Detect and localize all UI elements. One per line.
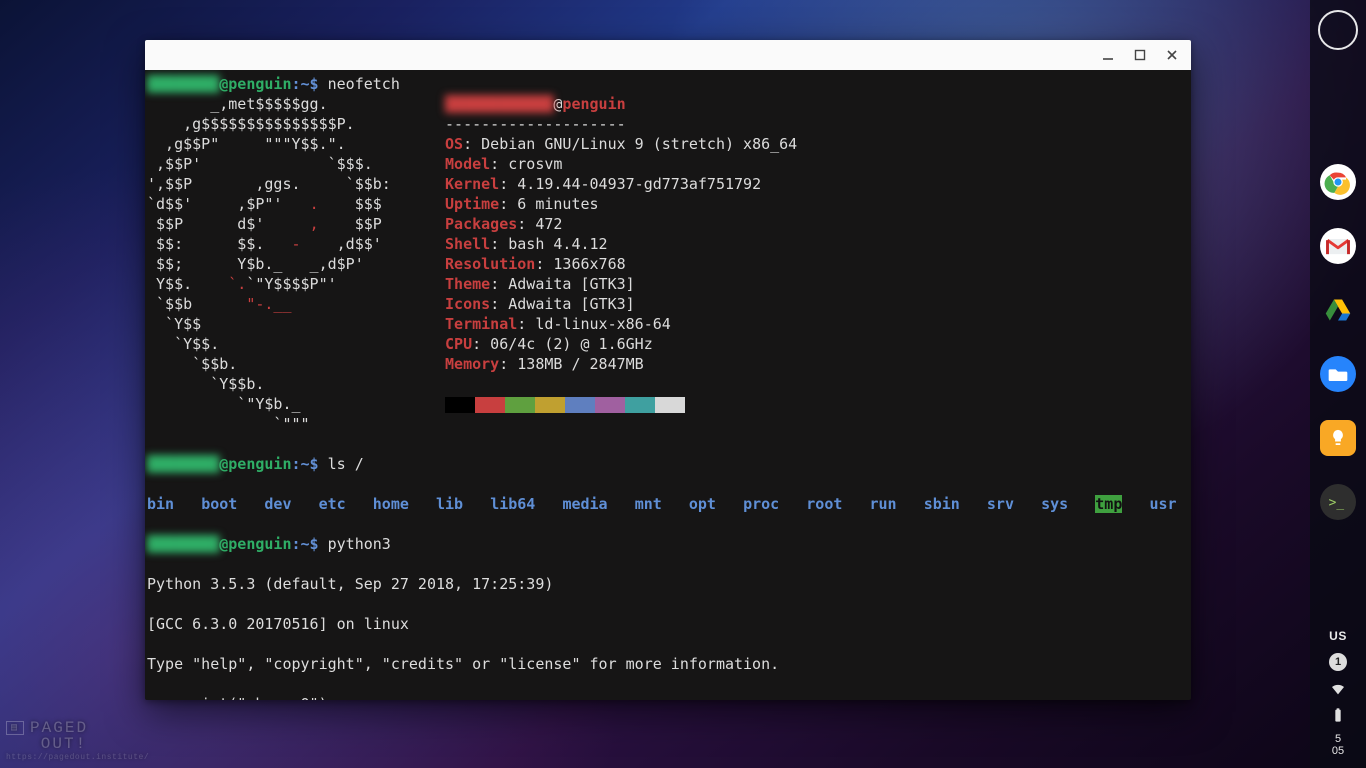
gmail-icon[interactable] [1320,228,1356,264]
python-statement: print("whoa :O") [183,695,328,700]
ls-entry: media [562,495,607,513]
ls-entry: etc [319,495,346,513]
notification-badge[interactable]: 1 [1329,653,1347,671]
terminal-icon[interactable]: >_ [1320,484,1356,520]
files-icon[interactable] [1320,356,1356,392]
status-tray[interactable]: US 1 5 05 [1329,629,1347,758]
battery-icon[interactable] [1330,707,1346,723]
wifi-icon[interactable] [1330,681,1346,697]
shelf-dock: >_ US 1 5 05 [1310,0,1366,768]
watermark: ▤PAGED OUT! https://pagedout.institute/ [6,720,149,762]
terminal-window: ████████@penguin:~$ neofetch _,met$$$$$g… [145,40,1191,700]
close-button[interactable] [1159,44,1185,66]
ls-entry: sbin [924,495,960,513]
clock[interactable]: 5 05 [1332,733,1344,758]
ls-entry: opt [689,495,716,513]
minimize-button[interactable] [1095,44,1121,66]
chrome-icon[interactable] [1320,164,1356,200]
prompt-user: ████████ [147,75,219,93]
ls-entry: root [806,495,842,513]
ls-entry: mnt [635,495,662,513]
neofetch-block: _,met$$$$$gg. ████████████@penguin ,g$$$… [147,94,1189,434]
launcher-button[interactable] [1318,10,1358,50]
ls-entry: sys [1041,495,1068,513]
ls-entry: boot [201,495,237,513]
desktop-wallpaper: ████████@penguin:~$ neofetch _,met$$$$$g… [0,0,1366,768]
ls-entry: proc [743,495,779,513]
drive-icon[interactable] [1320,292,1356,328]
ls-entry: srv [987,495,1014,513]
ls-entry: lib64 [490,495,535,513]
window-titlebar[interactable] [145,40,1191,70]
ls-entry: home [373,495,409,513]
ls-entry: run [870,495,897,513]
terminal-output[interactable]: ████████@penguin:~$ neofetch _,met$$$$$g… [145,70,1191,700]
python-banner: Python 3.5.3 (default, Sep 27 2018, 17:2… [147,574,1189,594]
keep-icon[interactable] [1320,420,1356,456]
ime-indicator[interactable]: US [1329,629,1347,643]
ls-entry: bin [147,495,174,513]
cmd-ls: ls / [328,455,364,473]
ls-entry: tmp [1095,495,1122,513]
ls-entry: usr [1149,495,1176,513]
maximize-button[interactable] [1127,44,1153,66]
svg-text:>_: >_ [1329,496,1345,511]
cmd-neofetch: neofetch [328,75,400,93]
ls-entry: lib [436,495,463,513]
ls-output: bin boot dev etc home lib lib64 media mn… [147,494,1189,514]
ls-entry: dev [264,495,291,513]
cmd-python: python3 [328,535,391,553]
